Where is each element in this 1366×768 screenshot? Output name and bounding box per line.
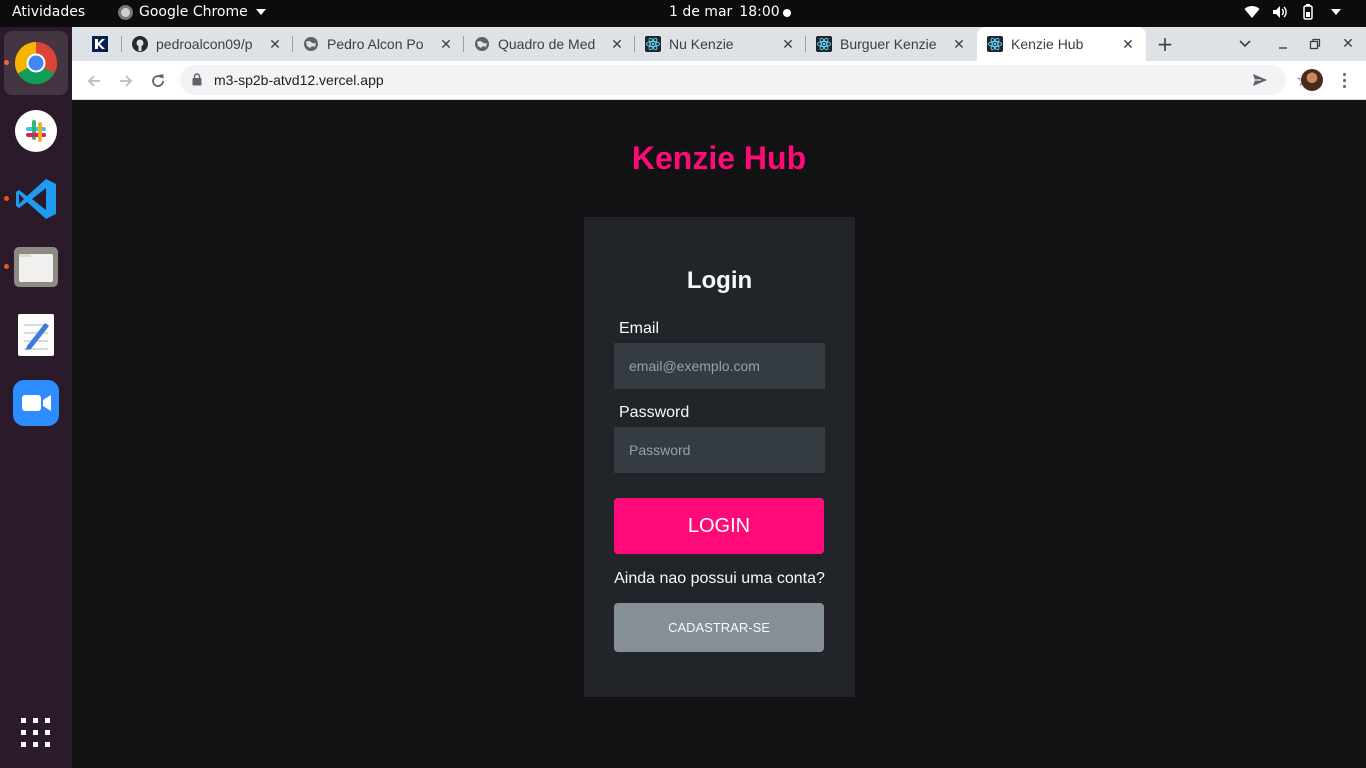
email-input[interactable] xyxy=(614,343,825,389)
zoom-icon xyxy=(13,380,59,426)
chrome-icon xyxy=(14,41,58,85)
clock[interactable]: 1 de mar 18:00 xyxy=(669,4,780,20)
email-label: Email xyxy=(619,320,660,337)
kenzie-icon xyxy=(92,36,108,52)
notification-dot-icon xyxy=(783,9,791,17)
close-tab-icon[interactable]: ✕ xyxy=(267,36,283,52)
tab-title: pedroalcon09/p xyxy=(156,36,253,52)
tab-title: Pedro Alcon Po xyxy=(327,36,424,52)
system-menu[interactable] xyxy=(1244,4,1344,20)
close-window-icon[interactable]: ✕ xyxy=(1339,35,1357,53)
tab-title: Quadro de Med xyxy=(498,36,596,52)
back-arrow-icon[interactable] xyxy=(82,69,106,93)
lock-icon xyxy=(192,73,202,86)
system-top-bar: Atividades Google Chrome 1 de mar 18:00 xyxy=(0,0,1366,27)
dock-vscode[interactable] xyxy=(4,167,68,231)
app-menu[interactable]: Google Chrome xyxy=(118,4,266,20)
dock-text-editor[interactable] xyxy=(4,303,68,367)
app-menu-label: Google Chrome xyxy=(139,4,248,20)
dock-zoom[interactable] xyxy=(4,371,68,435)
slack-icon xyxy=(15,110,57,152)
tab-title: Kenzie Hub xyxy=(1011,36,1084,52)
password-input[interactable] xyxy=(614,427,825,473)
globe-icon xyxy=(474,36,490,52)
login-button[interactable]: LOGIN xyxy=(614,498,824,554)
no-account-text: Ainda nao possui uma conta? xyxy=(614,570,825,587)
github-icon xyxy=(132,36,148,52)
wifi-icon xyxy=(1244,4,1260,20)
clock-date: 1 de mar xyxy=(669,4,733,20)
send-tab-icon[interactable] xyxy=(1252,72,1268,88)
tab-kenzie-hub[interactable]: Kenzie Hub ✕ xyxy=(977,27,1146,61)
power-menu-caret-icon xyxy=(1328,4,1344,20)
close-tab-icon[interactable]: ✕ xyxy=(438,36,454,52)
globe-icon xyxy=(303,36,319,52)
dock-chrome[interactable] xyxy=(4,31,68,95)
brand-title: Kenzie Hub xyxy=(631,140,807,176)
minimize-window-icon[interactable] xyxy=(1274,35,1292,53)
url-text: m3-sp2b-atvd12.vercel.app xyxy=(214,72,384,88)
browser-toolbar: m3-sp2b-atvd12.vercel.app ☆ xyxy=(72,61,1366,100)
restore-window-icon[interactable] xyxy=(1306,35,1324,53)
dock-files[interactable] xyxy=(4,235,68,299)
tab-portfolio[interactable]: Pedro Alcon Po ✕ xyxy=(293,27,464,61)
tab-kenzie[interactable] xyxy=(82,27,122,61)
forward-arrow-icon[interactable] xyxy=(114,69,138,93)
tab-search-chevron-icon[interactable] xyxy=(1236,35,1254,53)
files-icon xyxy=(14,247,58,287)
more-menu-icon[interactable] xyxy=(1338,69,1350,91)
volume-icon xyxy=(1272,4,1288,20)
tab-title: Burguer Kenzie xyxy=(840,36,937,52)
tab-burguer-kenzie[interactable]: Burguer Kenzie ✕ xyxy=(806,27,977,61)
vscode-icon xyxy=(16,179,56,219)
address-bar[interactable]: m3-sp2b-atvd12.vercel.app ☆ xyxy=(180,65,1312,95)
caret-down-icon xyxy=(255,9,266,15)
tab-quadro[interactable]: Quadro de Med ✕ xyxy=(464,27,635,61)
close-tab-icon[interactable]: ✕ xyxy=(1120,36,1136,52)
tab-nu-kenzie[interactable]: Nu Kenzie ✕ xyxy=(635,27,806,61)
react-icon xyxy=(645,36,661,52)
battery-icon xyxy=(1300,4,1316,20)
login-heading: Login xyxy=(686,267,753,294)
login-card: Login Email Password LOGIN Ainda nao pos… xyxy=(584,217,855,697)
page-viewport: Kenzie Hub Login Email Password LOGIN Ai… xyxy=(72,100,1366,768)
close-tab-icon[interactable]: ✕ xyxy=(951,36,967,52)
reload-icon[interactable] xyxy=(146,69,170,93)
close-tab-icon[interactable]: ✕ xyxy=(609,36,625,52)
password-label: Password xyxy=(619,404,690,421)
signup-button[interactable]: CADASTRAR-SE xyxy=(614,603,824,652)
dock-slack[interactable] xyxy=(4,99,68,163)
clock-time: 18:00 xyxy=(739,4,780,20)
react-icon xyxy=(987,36,1003,52)
tab-github[interactable]: pedroalcon09/p ✕ xyxy=(122,27,293,61)
app-grid-icon xyxy=(21,718,50,747)
chrome-app-icon xyxy=(118,4,133,20)
react-icon xyxy=(816,36,832,52)
tab-title: Nu Kenzie xyxy=(669,36,734,52)
new-tab-button[interactable]: + xyxy=(1156,32,1174,56)
dock xyxy=(0,27,72,768)
text-editor-icon xyxy=(18,314,54,356)
tab-strip: pedroalcon09/p ✕ Pedro Alcon Po ✕ Quadro… xyxy=(72,27,1366,61)
close-tab-icon[interactable]: ✕ xyxy=(780,36,796,52)
profile-avatar[interactable] xyxy=(1301,69,1323,91)
activities-button[interactable]: Atividades xyxy=(12,4,85,20)
show-applications-button[interactable] xyxy=(4,701,68,765)
